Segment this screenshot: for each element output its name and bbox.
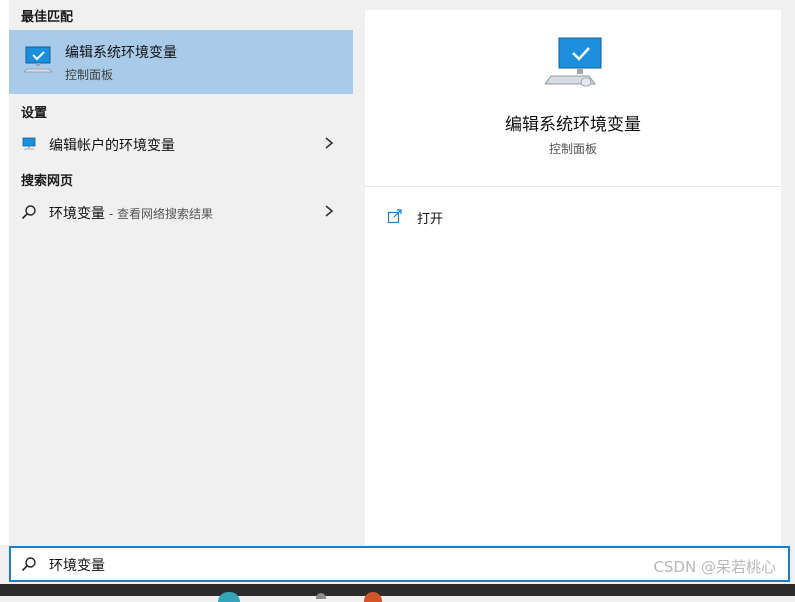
- taskbar: [0, 584, 795, 602]
- taskbar-app-icon[interactable]: [364, 592, 382, 602]
- settings-result-label: 编辑帐户的环境变量: [49, 138, 175, 154]
- search-icon: [21, 557, 36, 572]
- best-match-title: 编辑系统环境变量: [65, 45, 177, 61]
- web-search-hint: - 查看网络搜索结果: [105, 207, 213, 221]
- monitor-check-icon: [23, 46, 53, 73]
- preview-subtitle: 控制面板: [548, 142, 597, 156]
- results-list-panel: 最佳匹配 编辑系统环境变量 控制面板 设置 编辑帐户的环境变量 搜索网页 环境变…: [9, 0, 353, 545]
- chevron-right-icon[interactable]: [323, 203, 335, 219]
- settings-result-item[interactable]: 编辑帐户的环境变量: [9, 128, 353, 160]
- left-edge-strip: [0, 0, 9, 545]
- settings-header: 设置: [21, 106, 48, 121]
- preview-title: 编辑系统环境变量: [505, 115, 641, 135]
- preview-divider: [365, 186, 781, 187]
- best-match-result-item[interactable]: 编辑系统环境变量 控制面板: [9, 30, 353, 94]
- monitor-check-icon: [545, 37, 602, 87]
- web-search-result-item[interactable]: 环境变量 - 查看网络搜索结果: [9, 196, 353, 228]
- watermark-text: CSDN @呆若桃心: [653, 558, 776, 576]
- best-match-header: 最佳匹配: [21, 10, 74, 25]
- taskbar-app-icon[interactable]: [218, 592, 240, 602]
- web-search-header: 搜索网页: [21, 174, 74, 189]
- search-input[interactable]: 环境变量: [49, 555, 105, 575]
- right-edge-strip: [781, 0, 795, 545]
- preview-panel: 编辑系统环境变量 控制面板 打开: [365, 10, 781, 545]
- taskbar-app-icon[interactable]: [316, 593, 326, 599]
- web-search-result-label: 环境变量 - 查看网络搜索结果: [49, 203, 213, 223]
- best-match-subtitle: 控制面板: [65, 68, 114, 82]
- chevron-right-icon[interactable]: [323, 135, 335, 151]
- search-box[interactable]: 环境变量 CSDN @呆若桃心: [9, 546, 790, 582]
- open-action-label: 打开: [417, 212, 444, 227]
- open-external-icon: [387, 209, 402, 224]
- open-action-button[interactable]: 打开: [387, 206, 507, 230]
- web-search-query: 环境变量: [49, 206, 105, 222]
- monitor-settings-icon: [22, 137, 36, 150]
- search-icon: [21, 205, 36, 220]
